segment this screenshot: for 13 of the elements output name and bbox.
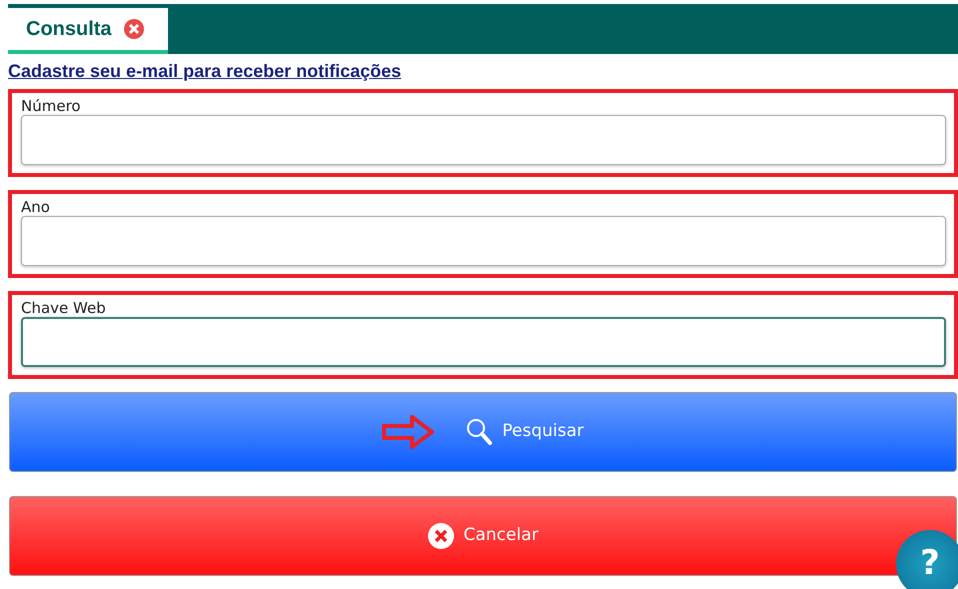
field-label: Chave Web — [21, 299, 107, 317]
register-email-link[interactable]: Cadastre seu e-mail para receber notificações — [8, 58, 402, 85]
search-icon — [466, 418, 492, 446]
field-label: Ano — [21, 198, 51, 216]
tab[interactable]: Consulta — [8, 8, 168, 54]
close-icon — [428, 523, 454, 549]
search-button[interactable]: Pesquisar — [9, 392, 957, 472]
field-label: Número — [21, 97, 82, 115]
input-field[interactable] — [21, 317, 946, 367]
input-field[interactable] — [21, 216, 946, 266]
help-button[interactable]: ? — [896, 530, 958, 589]
input-field[interactable] — [21, 115, 946, 165]
close-icon[interactable] — [124, 19, 144, 39]
